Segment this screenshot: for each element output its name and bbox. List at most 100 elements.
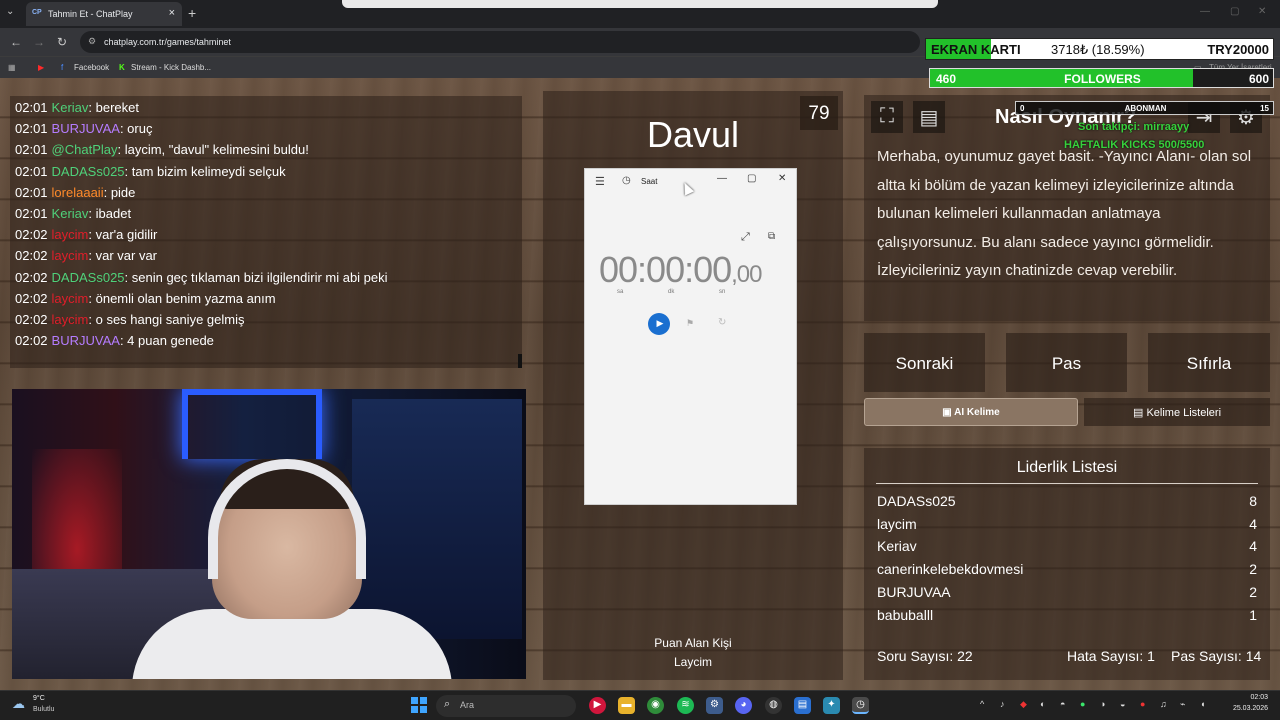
tray-app-1-icon[interactable]: ◆ — [1020, 699, 1027, 710]
chat-text: : 4 puan genede — [119, 333, 214, 349]
chat-message: 02:01 @ChatPlay: laycim, "davul" kelimesi… — [15, 142, 309, 157]
notepad-icon[interactable]: ▤ — [794, 697, 811, 714]
chat-text: : önemli olan benim yazma anım — [88, 290, 276, 306]
stopwatch-maximize-icon[interactable]: ▢ — [747, 173, 756, 184]
leaderboard-name: canerinkelebekdovmesi — [877, 561, 1024, 578]
ai-word-button[interactable]: ▣ AI Kelime — [864, 398, 1078, 426]
leaderboard-row: babuballl 1 — [877, 607, 1257, 623]
chat-username[interactable]: lorelaaaii — [52, 185, 104, 200]
clock-app-icon: ◷ — [622, 175, 631, 186]
stopwatch-close-icon[interactable]: ✕ — [778, 173, 786, 184]
file-explorer-icon[interactable]: ▬ — [618, 697, 635, 714]
chat-message: 02:02 laycim: önemli olan benim yazma anı… — [15, 291, 276, 306]
lap-flag-icon[interactable]: ⚑ — [686, 318, 694, 329]
clock-taskbar-icon[interactable]: ◷ — [852, 697, 869, 714]
chat-username[interactable]: Keriav — [52, 100, 89, 115]
back-icon[interactable]: ← — [10, 35, 22, 49]
reload-icon[interactable]: ↻ — [57, 35, 67, 49]
minimize-icon[interactable]: — — [1200, 6, 1210, 17]
browser-tab-bar: ⌄ CP Tahmin Et - ChatPlay × + — ▢ ✕ — [0, 0, 1280, 28]
chat-message: 02:01 BURJUVAA: oruç — [15, 121, 152, 136]
photos-icon[interactable]: ✦ — [823, 697, 840, 714]
chat-username[interactable]: BURJUVAA — [52, 333, 120, 348]
chat-username[interactable]: Keriav — [52, 206, 89, 221]
pass-button[interactable]: Pas — [1006, 333, 1127, 392]
chat-username[interactable]: laycim — [52, 312, 89, 327]
chat-username[interactable]: DADASs025 — [52, 270, 125, 285]
volume-icon[interactable]: ♪ — [1000, 699, 1005, 709]
browser-tab[interactable]: CP Tahmin Et - ChatPlay × — [26, 2, 182, 26]
chat-username[interactable]: laycim — [52, 291, 89, 306]
word-lists-button[interactable]: ▤ Kelime Listeleri — [1084, 398, 1270, 426]
chat-username[interactable]: BURJUVAA — [52, 121, 120, 136]
reset-button[interactable]: Sıfırla — [1148, 333, 1270, 392]
media-player-icon[interactable]: ▶ — [589, 697, 606, 714]
reset-icon[interactable]: ↻ — [718, 317, 726, 328]
tray-app-6-icon[interactable]: ◒ — [1120, 699, 1125, 709]
youtube-icon[interactable]: ▶ — [38, 63, 44, 72]
fullscreen-icon[interactable]: ⛶ — [871, 101, 903, 133]
microphone-icon[interactable]: ♫ — [1160, 699, 1167, 709]
taskbar-search[interactable]: ⌕ Ara — [436, 695, 576, 717]
leaderboard-name: DADASs025 — [877, 493, 956, 509]
tray-app-4-icon[interactable]: ● — [1080, 699, 1085, 709]
scorer-name: Laycim — [673, 655, 712, 669]
search-icon: ⌕ — [444, 698, 451, 710]
play-button[interactable]: ▶ — [648, 313, 670, 335]
speaker-icon[interactable]: ◖ — [1200, 699, 1205, 709]
chat-username[interactable]: @ChatPlay — [52, 142, 118, 157]
chat-username[interactable]: DADASs025 — [52, 164, 125, 179]
compact-overlay-icon[interactable]: ⧉ — [768, 231, 775, 242]
stopwatch-minimize-icon[interactable]: — — [717, 173, 727, 184]
leaderboard-row: BURJUVAA 2 — [877, 584, 1257, 600]
hamburger-menu-icon[interactable]: ☰ — [595, 175, 605, 188]
error-count: Hata Sayısı: 1 — [1067, 648, 1155, 664]
leaderboard-name: babuballl — [877, 606, 934, 623]
question-count: Soru Sayısı: 22 — [877, 648, 973, 664]
leaderboard-score: 2 — [1249, 583, 1257, 600]
weather-condition[interactable]: Bulutlu — [33, 706, 54, 713]
network-icon[interactable]: ⌁ — [1180, 699, 1185, 710]
discord-icon[interactable]: ◕ — [735, 697, 752, 714]
taskbar: ☁ 9°C Bulutlu ⌕ Ara ▶ ▬ ◉ ≋ ⚙ ◕ ◍ ▤ ✦ ◷ … — [0, 690, 1280, 720]
close-window-icon[interactable]: ✕ — [1258, 6, 1266, 17]
bookmark-kick-dashboard[interactable]: Stream - Kick Dashb... — [131, 63, 211, 72]
next-button[interactable]: Sonraki — [864, 333, 985, 392]
tab-search-icon[interactable]: ⌄ — [6, 6, 14, 17]
leaderboard-score: 4 — [1249, 538, 1257, 555]
expand-icon[interactable]: ⤢ — [741, 231, 750, 244]
taskbar-date[interactable]: 25.03.2026 — [1224, 705, 1268, 712]
tray-expand-icon[interactable]: ^ — [980, 699, 984, 709]
tray-app-5-icon[interactable]: ◑ — [1100, 699, 1105, 709]
notes-icon[interactable]: ▤ — [913, 101, 945, 133]
chat-scrollbar[interactable] — [518, 354, 522, 368]
windows-start-icon[interactable] — [411, 697, 427, 713]
chat-username[interactable]: laycim — [52, 248, 89, 263]
list-icon: ▤ — [1132, 407, 1144, 419]
round-counter: 79 — [800, 96, 838, 130]
settings-app-icon[interactable]: ⚙ — [706, 697, 723, 714]
chat-username[interactable]: laycim — [52, 227, 89, 242]
weather-temp[interactable]: 9°C — [33, 695, 45, 702]
chat-message: 02:02 laycim: o ses hangi saniye gelmiş — [15, 312, 244, 327]
spotify-icon[interactable]: ≋ — [677, 697, 694, 714]
tab-close-icon[interactable]: × — [169, 7, 175, 19]
site-info-icon[interactable]: ⚙ — [88, 36, 96, 47]
tray-app-2-icon[interactable]: ◐ — [1040, 699, 1045, 709]
tray-app-7-icon[interactable]: ● — [1140, 699, 1145, 709]
bookmark-facebook[interactable]: Facebook — [74, 63, 109, 72]
apps-grid-icon[interactable]: ▦ — [8, 63, 16, 72]
tray-app-3-icon[interactable]: ◓ — [1060, 699, 1065, 709]
current-word: Davul — [646, 114, 740, 155]
new-tab-icon[interactable]: + — [188, 5, 196, 21]
forward-icon[interactable]: → — [33, 35, 45, 49]
facebook-icon: f — [61, 63, 64, 72]
url-field[interactable]: ⚙ chatplay.com.tr/games/tahminet — [80, 31, 920, 53]
chrome-icon[interactable]: ◉ — [647, 697, 664, 714]
chat-text: : var'a gidilir — [88, 227, 158, 243]
leaderboard-name: BURJUVAA — [877, 583, 951, 600]
taskbar-time[interactable]: 02:03 — [1224, 694, 1268, 701]
maximize-icon[interactable]: ▢ — [1230, 6, 1239, 17]
obs-icon[interactable]: ◍ — [765, 697, 782, 714]
subs-goal-widget: 0 ABONMAN 15 — [1015, 101, 1274, 115]
